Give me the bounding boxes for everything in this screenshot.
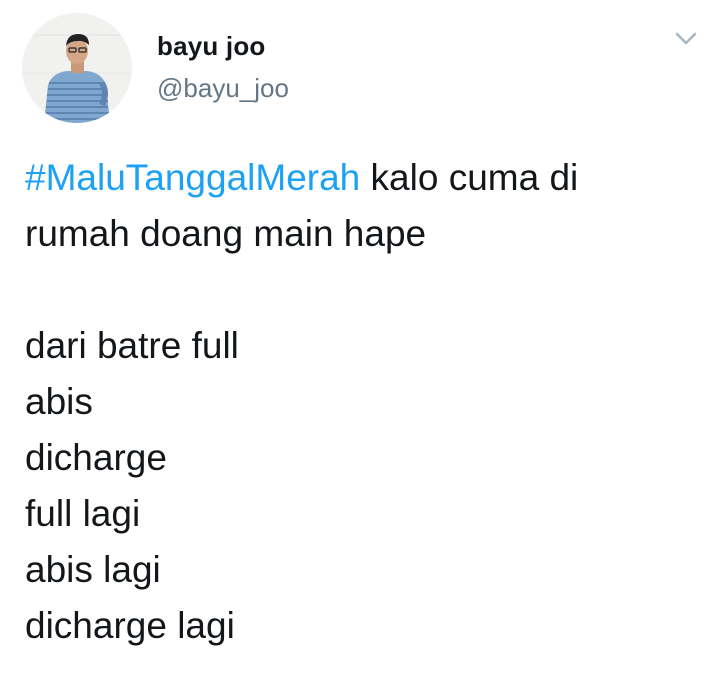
tweet-line: dari batre full (25, 325, 239, 366)
tweet-line-1-text: kalo cuma di (360, 157, 579, 198)
tweet-line-1: #MaluTanggalMerah kalo cuma di (25, 150, 705, 206)
tweet-line: full lagi (25, 493, 141, 534)
avatar[interactable] (22, 13, 132, 123)
hashtag-link[interactable]: #MaluTanggalMerah (25, 157, 360, 198)
tweet-line: dicharge (25, 437, 167, 478)
user-info[interactable]: bayu joo @bayu_joo (157, 30, 289, 104)
tweet-line: dicharge lagi (25, 605, 235, 646)
tweet-line: abis lagi (25, 549, 161, 590)
tweet-line-2: rumah doang main hape (25, 213, 427, 254)
tweet-card: bayu joo @bayu_joo #MaluTanggalMerah kal… (0, 0, 720, 694)
chevron-down-icon[interactable] (674, 31, 698, 47)
avatar-image (22, 13, 132, 123)
tweet-text: #MaluTanggalMerah kalo cuma di rumah doa… (25, 150, 705, 654)
tweet-line: abis (25, 381, 93, 422)
user-handle[interactable]: @bayu_joo (157, 72, 289, 104)
display-name[interactable]: bayu joo (157, 30, 289, 62)
